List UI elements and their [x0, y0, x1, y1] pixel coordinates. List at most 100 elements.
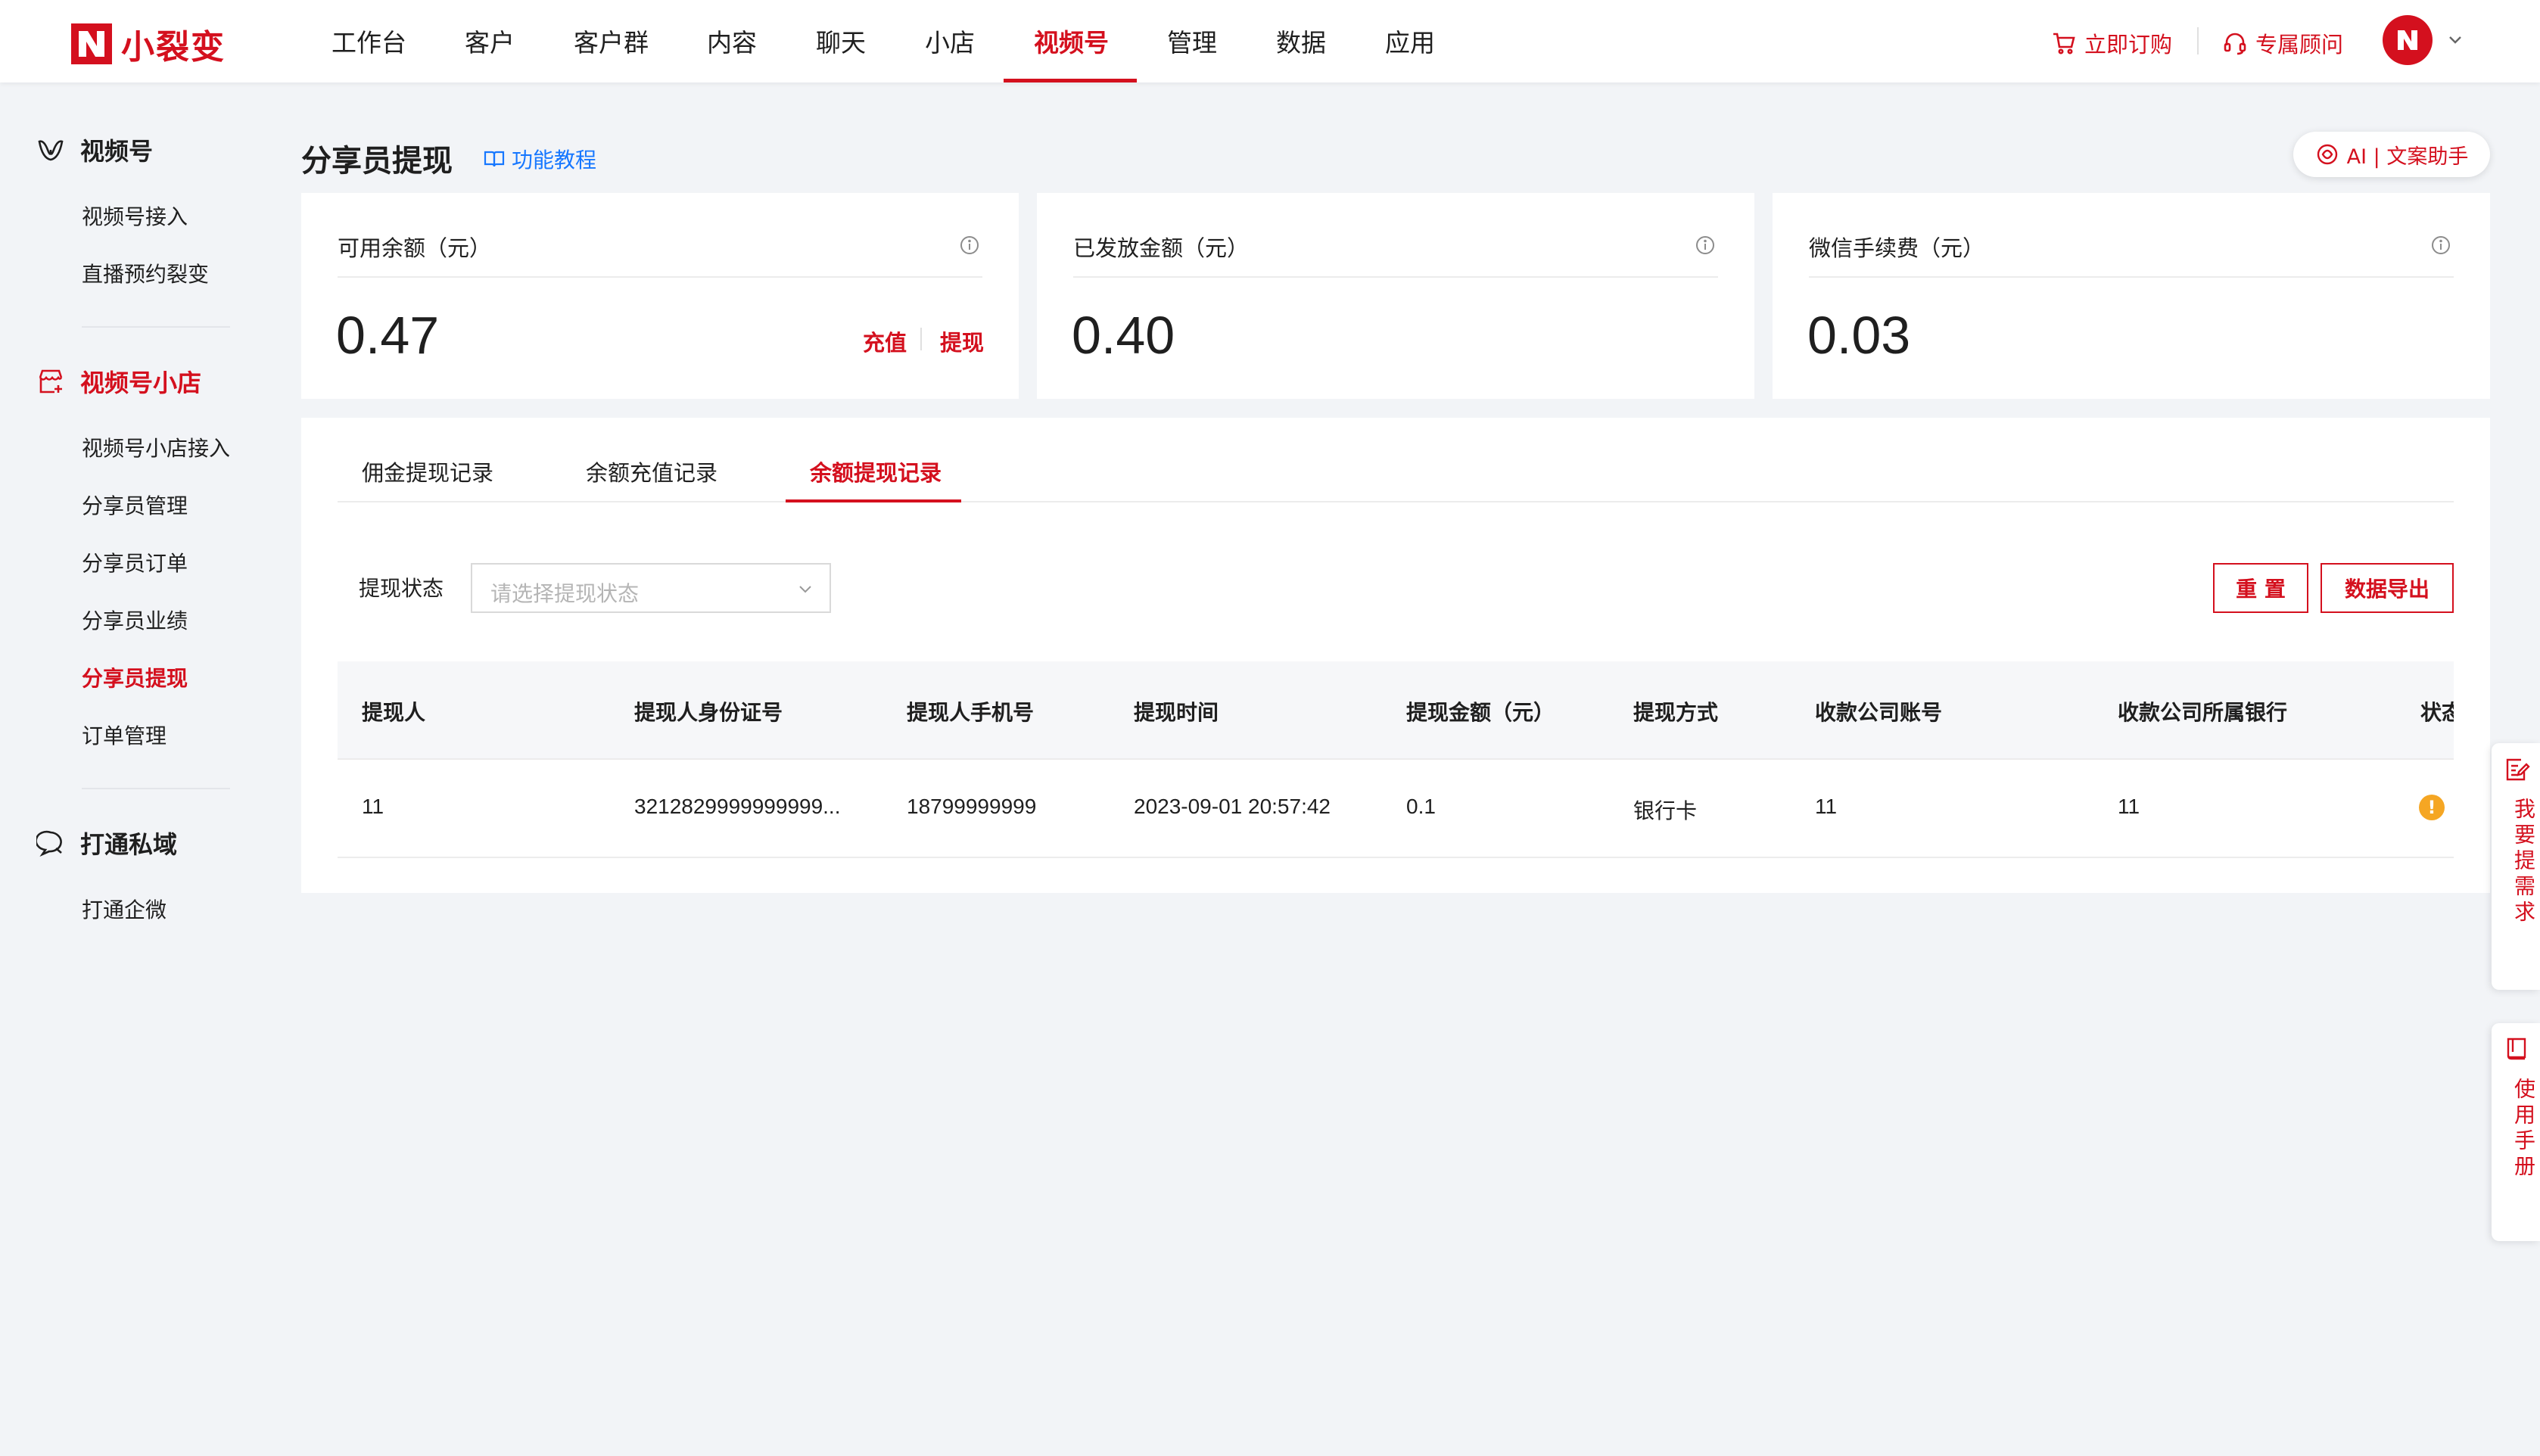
issued-amount-value: 0.40 [1072, 306, 1175, 365]
column-header: 提现方式 [1633, 700, 1719, 725]
tab-commission-withdrawal[interactable]: 佣金提现记录 [362, 456, 493, 487]
card-label: 已发放金额（元） [1073, 235, 1250, 261]
column-header: 收款公司所属银行 [2118, 700, 2288, 725]
records-panel: 佣金提现记录 余额充值记录 余额提现记录 提现状态 请选择提现状态 重 置 数据… [301, 418, 2490, 893]
card-label: 微信手续费（元） [1809, 235, 1985, 261]
nav-item-shop[interactable]: 小店 [925, 23, 975, 59]
book-icon [2507, 1038, 2526, 1060]
chat-bubble-icon [36, 830, 62, 857]
ai-spark-icon [2317, 144, 2337, 165]
nav-item-apps[interactable]: 应用 [1385, 23, 1435, 59]
recharge-button[interactable]: 充值 [863, 325, 907, 357]
cell-id-number: 3212829999999999... [634, 795, 841, 818]
cell-name: 11 [362, 795, 384, 818]
sidebar-item-sharer-withdrawal[interactable]: 分享员提现 [82, 662, 188, 692]
card-divider [1809, 276, 2454, 278]
user-manual-label: 使用手册 [2511, 1078, 2536, 1181]
sidebar-group-video-shop[interactable]: 视频号小店 [36, 364, 201, 399]
column-header: 状态 [2420, 700, 2454, 725]
shop-icon [39, 369, 63, 394]
table-header: 提现人 提现人身份证号 提现人手机号 提现时间 提现金额（元） 提现方式 收款公… [338, 661, 2454, 760]
cell-time: 2023-09-01 20:57:42 [1134, 795, 1331, 818]
tutorial-link[interactable]: 功能教程 [483, 144, 596, 174]
nav-item-customers[interactable]: 客户 [465, 23, 515, 59]
cart-icon [2053, 33, 2075, 54]
ai-copywriter-button[interactable]: AI | 文案助手 [2293, 132, 2490, 177]
card-divider [1073, 276, 1718, 278]
column-header: 提现人手机号 [907, 700, 1035, 725]
ai-copywriter-label: AI | 文案助手 [2346, 145, 2469, 169]
stat-card-issued-amount: 已发放金额（元） 0.40 [1037, 193, 1754, 399]
advisor-label: 专属顾问 [2255, 32, 2344, 58]
top-right-divider [2197, 27, 2199, 54]
headset-icon [2224, 33, 2246, 55]
cell-method: 银行卡 [1633, 798, 1698, 823]
sidebar-item-wecom-connect[interactable]: 打通企微 [82, 894, 167, 924]
nav-item-customer-groups[interactable]: 客户群 [574, 23, 649, 59]
feature-request-tab[interactable]: 我要提需求 [2492, 743, 2540, 990]
column-header: 提现时间 [1134, 700, 1219, 725]
wechat-fee-value: 0.03 [1807, 306, 1911, 365]
sidebar-group-private-domain[interactable]: 打通私域 [36, 826, 177, 860]
feature-request-label: 我要提需求 [2511, 798, 2536, 926]
column-header: 收款公司账号 [1815, 700, 1943, 725]
tab-balance-recharge[interactable]: 余额充值记录 [586, 456, 717, 487]
order-now-link[interactable]: 立即订购 [2051, 27, 2172, 59]
nav-item-content[interactable]: 内容 [707, 23, 757, 59]
chevron-down-icon [799, 586, 811, 593]
user-manual-tab[interactable]: 使用手册 [2492, 1023, 2540, 1241]
book-open-icon [484, 151, 505, 167]
nav-item-management[interactable]: 管理 [1167, 23, 1217, 59]
nav-item-video-channel[interactable]: 视频号 [1034, 23, 1109, 59]
sidebar-item-shop-access[interactable]: 视频号小店接入 [82, 432, 230, 462]
available-balance-value: 0.47 [336, 306, 440, 365]
stat-card-wechat-fee: 微信手续费（元） 0.03 [1773, 193, 2490, 399]
top-navbar: 小裂变 工作台 客户 客户群 内容 聊天 小店 视频号 管理 数据 应用 立即订… [0, 0, 2540, 82]
sidebar-item-video-channel-access[interactable]: 视频号接入 [82, 201, 188, 231]
cell-phone: 18799999999 [907, 795, 1037, 818]
tabs-baseline [338, 501, 2454, 502]
card-divider [338, 276, 982, 278]
table-row[interactable]: 11 3212829999999999... 18799999999 2023-… [338, 760, 2454, 858]
info-icon[interactable] [958, 234, 981, 257]
action-divider [920, 328, 922, 350]
nav-item-data[interactable]: 数据 [1276, 23, 1326, 59]
order-now-label: 立即订购 [2084, 32, 2173, 58]
info-icon[interactable] [2429, 234, 2452, 257]
warning-icon[interactable]: ! [2419, 795, 2445, 820]
chevron-down-icon[interactable] [2446, 30, 2464, 48]
cell-bank: 11 [2118, 795, 2140, 818]
export-data-button[interactable]: 数据导出 [2321, 563, 2454, 613]
stat-card-available-balance: 可用余额（元） 0.47 充值 提现 [301, 193, 1019, 399]
sidebar-item-sharer-management[interactable]: 分享员管理 [82, 490, 188, 520]
sidebar-item-sharer-performance[interactable]: 分享员业绩 [82, 605, 188, 635]
cell-amount: 0.1 [1406, 795, 1436, 818]
column-header: 提现人身份证号 [634, 700, 783, 725]
reset-button[interactable]: 重 置 [2213, 563, 2308, 613]
sidebar-divider [82, 788, 230, 789]
sidebar-item-order-management[interactable]: 订单管理 [82, 720, 167, 750]
nav-item-chat[interactable]: 聊天 [816, 23, 866, 59]
sidebar-item-live-reservation[interactable]: 直播预约裂变 [82, 258, 209, 288]
info-icon[interactable] [1694, 234, 1717, 257]
withdraw-button[interactable]: 提现 [940, 325, 984, 357]
edit-note-icon [2506, 758, 2530, 781]
cell-account: 11 [1815, 795, 1838, 818]
tab-balance-withdrawal[interactable]: 余额提现记录 [810, 456, 942, 487]
app-root: 小裂变 工作台 客户 客户群 内容 聊天 小店 视频号 管理 数据 应用 立即订… [0, 0, 2540, 1456]
status-filter-select[interactable]: 请选择提现状态 [471, 563, 831, 613]
status-filter-placeholder: 请选择提现状态 [490, 581, 640, 606]
advisor-link[interactable]: 专属顾问 [2222, 27, 2343, 59]
column-header: 提现人 [362, 700, 426, 725]
user-avatar[interactable] [2383, 15, 2433, 65]
tab-active-indicator [786, 499, 961, 502]
brand-logo[interactable]: 小裂变 [71, 20, 226, 68]
sidebar-group-label: 视频号 [80, 137, 154, 166]
sidebar-group-video-channel[interactable]: 视频号 [36, 132, 153, 167]
sidebar-divider [82, 326, 230, 328]
sidebar-group-label: 打通私域 [80, 830, 178, 859]
nav-item-workbench[interactable]: 工作台 [332, 23, 406, 59]
tutorial-label: 功能教程 [512, 148, 597, 173]
column-header: 提现金额（元） [1406, 700, 1555, 725]
sidebar-item-sharer-orders[interactable]: 分享员订单 [82, 547, 188, 577]
